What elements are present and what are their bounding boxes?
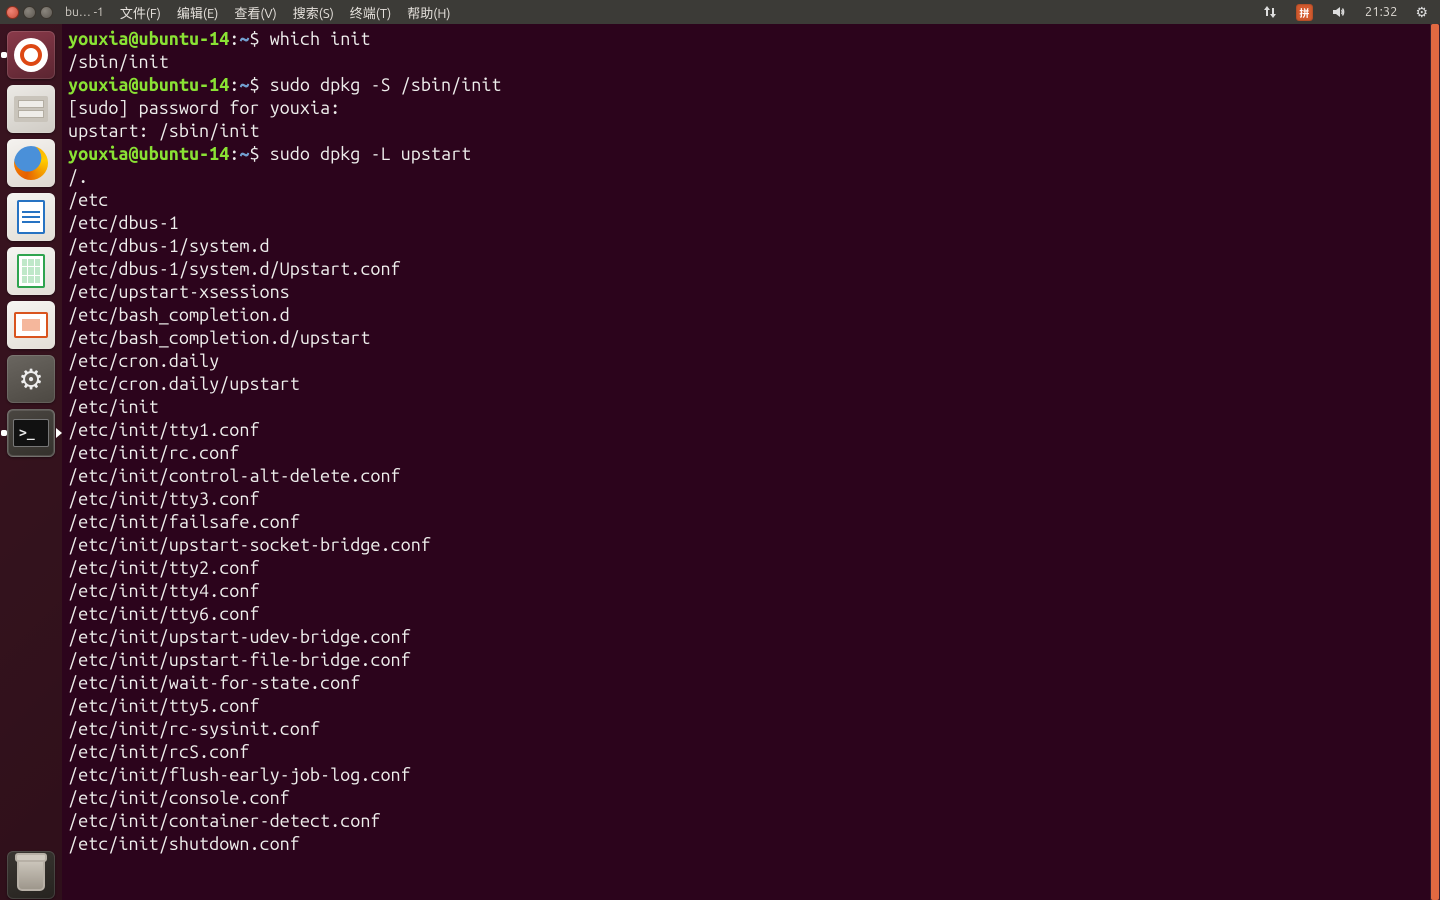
- network-updown-icon: [1262, 4, 1278, 20]
- menu-bar: 文件(F)编辑(E)查看(V) 搜索(S)终端(T)帮助(H): [110, 3, 457, 22]
- ubuntu-icon: [14, 38, 48, 72]
- input-method-icon: 拼: [1296, 4, 1313, 21]
- launcher-writer[interactable]: [6, 192, 56, 242]
- window-minimize-button[interactable]: [23, 6, 36, 19]
- prompt-path: ~: [239, 144, 249, 164]
- terminal-line: /etc/init/rc-sysinit.conf: [68, 718, 1434, 741]
- firefox-icon: [14, 146, 48, 180]
- active-app-arrow-icon: [56, 428, 62, 438]
- window-title: bu… -1: [59, 6, 110, 19]
- clock-indicator[interactable]: 21:32: [1365, 5, 1398, 19]
- terminal-line: /etc/init: [68, 396, 1434, 419]
- settings-icon: ⚙: [18, 363, 43, 396]
- impress-icon: [14, 312, 48, 338]
- launcher-trash[interactable]: [6, 850, 56, 900]
- menu-item-0[interactable]: 文件(F): [114, 3, 167, 22]
- terminal-line: youxia@ubuntu-14:~$ which init: [68, 28, 1434, 51]
- volume-icon: [1331, 4, 1347, 20]
- command-text: sudo dpkg -S /sbin/init: [270, 75, 502, 95]
- terminal-line: /etc: [68, 189, 1434, 212]
- terminal-line: /etc/init/wait-for-state.conf: [68, 672, 1434, 695]
- menu-item-4[interactable]: 终端(T): [344, 3, 397, 22]
- menu-item-2[interactable]: 查看(V): [228, 3, 282, 22]
- terminal-line: [sudo] password for youxia:: [68, 97, 1434, 120]
- terminal-line: /etc/dbus-1: [68, 212, 1434, 235]
- terminal-line: /etc/init/upstart-file-bridge.conf: [68, 649, 1434, 672]
- terminal-line: /etc/init/flush-early-job-log.conf: [68, 764, 1434, 787]
- launcher-dash[interactable]: [6, 30, 56, 80]
- input-method-indicator[interactable]: 拼: [1296, 4, 1313, 21]
- session-indicator[interactable]: [1415, 4, 1428, 21]
- terminal-line: /.: [68, 166, 1434, 189]
- terminal-line: upstart: /sbin/init: [68, 120, 1434, 143]
- menu-item-1[interactable]: 编辑(E): [171, 3, 224, 22]
- unity-launcher: ⚙ >_: [0, 24, 62, 900]
- terminal-line: /sbin/init: [68, 51, 1434, 74]
- prompt-path: ~: [239, 29, 249, 49]
- sound-indicator[interactable]: [1331, 4, 1347, 20]
- terminal-line: /etc/upstart-xsessions: [68, 281, 1434, 304]
- menu-item-5[interactable]: 帮助(H): [401, 3, 456, 22]
- terminal-scrollbar[interactable]: [1430, 24, 1440, 900]
- terminal-line: /etc/init/rc.conf: [68, 442, 1434, 465]
- terminal-line: /etc/init/control-alt-delete.conf: [68, 465, 1434, 488]
- trash-icon: [17, 859, 45, 891]
- launcher-calc[interactable]: [6, 246, 56, 296]
- terminal-line: /etc/init/upstart-udev-bridge.conf: [68, 626, 1434, 649]
- files-icon: [14, 96, 48, 122]
- launcher-terminal[interactable]: >_: [6, 408, 56, 458]
- terminal-line: /etc/cron.daily: [68, 350, 1434, 373]
- terminal-line: /etc/init/failsafe.conf: [68, 511, 1434, 534]
- terminal-line: /etc/init/tty1.conf: [68, 419, 1434, 442]
- terminal-line: /etc/dbus-1/system.d/Upstart.conf: [68, 258, 1434, 281]
- terminal-line: /etc/init/tty5.conf: [68, 695, 1434, 718]
- prompt-path: ~: [239, 75, 249, 95]
- scrollbar-thumb[interactable]: [1431, 24, 1439, 900]
- terminal-icon: >_: [13, 419, 49, 447]
- window-close-button[interactable]: [6, 6, 19, 19]
- system-indicators: 拼 21:32: [1262, 4, 1440, 21]
- terminal-line: youxia@ubuntu-14:~$ sudo dpkg -S /sbin/i…: [68, 74, 1434, 97]
- launcher-impress[interactable]: [6, 300, 56, 350]
- terminal-line: /etc/init/console.conf: [68, 787, 1434, 810]
- command-text: which init: [270, 29, 371, 49]
- launcher-firefox[interactable]: [6, 138, 56, 188]
- terminal-line: /etc/init/tty2.conf: [68, 557, 1434, 580]
- terminal-line: /etc/init/tty3.conf: [68, 488, 1434, 511]
- network-indicator[interactable]: [1262, 4, 1278, 20]
- terminal-line: /etc/init/tty4.conf: [68, 580, 1434, 603]
- top-panel: bu… -1 文件(F)编辑(E)查看(V) 搜索(S)终端(T)帮助(H) 拼 …: [0, 0, 1440, 24]
- terminal-line: /etc/dbus-1/system.d: [68, 235, 1434, 258]
- terminal-window[interactable]: youxia@ubuntu-14:~$ which init/sbin/init…: [62, 24, 1440, 900]
- terminal-line: /etc/init/rcS.conf: [68, 741, 1434, 764]
- prompt-user: youxia@ubuntu-14: [68, 144, 229, 164]
- writer-icon: [17, 200, 45, 234]
- calc-icon: [17, 254, 45, 288]
- prompt-user: youxia@ubuntu-14: [68, 29, 229, 49]
- launcher-settings[interactable]: ⚙: [6, 354, 56, 404]
- command-text: sudo dpkg -L upstart: [270, 144, 472, 164]
- prompt-user: youxia@ubuntu-14: [68, 75, 229, 95]
- window-maximize-button[interactable]: [40, 6, 53, 19]
- terminal-line: /etc/init/tty6.conf: [68, 603, 1434, 626]
- terminal-line: /etc/bash_completion.d: [68, 304, 1434, 327]
- terminal-line: /etc/cron.daily/upstart: [68, 373, 1434, 396]
- terminal-line: youxia@ubuntu-14:~$ sudo dpkg -L upstart: [68, 143, 1434, 166]
- launcher-files[interactable]: [6, 84, 56, 134]
- terminal-output[interactable]: youxia@ubuntu-14:~$ which init/sbin/init…: [68, 28, 1434, 856]
- terminal-line: /etc/init/upstart-socket-bridge.conf: [68, 534, 1434, 557]
- terminal-line: /etc/init/shutdown.conf: [68, 833, 1434, 856]
- terminal-line: /etc/init/container-detect.conf: [68, 810, 1434, 833]
- window-controls: [0, 6, 59, 19]
- terminal-line: /etc/bash_completion.d/upstart: [68, 327, 1434, 350]
- menu-item-3[interactable]: 搜索(S): [287, 3, 340, 22]
